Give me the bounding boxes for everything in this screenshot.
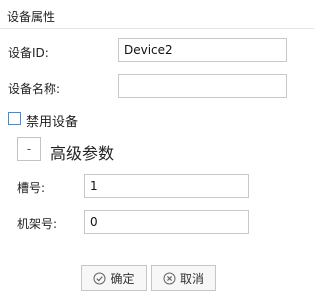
device-id-label: 设备ID:	[8, 46, 49, 60]
cancel-button[interactable]: 取消	[151, 265, 216, 291]
ok-label: 确定	[110, 271, 135, 286]
x-circle-icon	[163, 272, 176, 284]
ok-button[interactable]: 确定	[81, 265, 147, 291]
rack-input[interactable]	[84, 210, 249, 234]
slot-label: 槽号:	[17, 181, 46, 195]
slot-input[interactable]	[84, 174, 249, 198]
device-id-input[interactable]	[118, 38, 287, 62]
check-circle-icon	[93, 272, 106, 284]
disable-device-checkbox[interactable]	[8, 112, 21, 125]
advanced-params-heading: 高级参数	[50, 144, 115, 163]
dialog-title-bar: 设备属性	[0, 0, 314, 29]
rack-label: 机架号:	[17, 217, 58, 231]
disable-device-label: 禁用设备	[26, 115, 79, 130]
device-name-input[interactable]	[118, 74, 287, 98]
device-name-label: 设备名称:	[8, 82, 61, 96]
dialog-title: 设备属性	[7, 10, 56, 24]
cancel-label: 取消	[179, 271, 204, 286]
advanced-collapse-button[interactable]: -	[17, 137, 41, 161]
